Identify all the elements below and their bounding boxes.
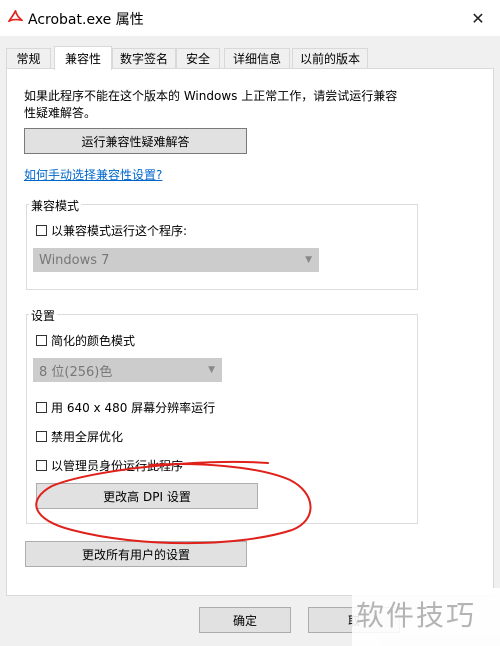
compat-mode-select-value: Windows 7 <box>39 252 110 268</box>
compat-mode-group-label: 兼容模式 <box>29 197 82 214</box>
tab-general[interactable]: 常规 <box>6 48 51 68</box>
run-as-admin-label: 以管理员身份运行此程序 <box>51 459 184 473</box>
compat-mode-checkbox-label: 以兼容模式运行这个程序: <box>51 224 188 238</box>
tab-details[interactable]: 详细信息 <box>224 48 290 68</box>
color-mode-select[interactable]: 8 位(256)色 ▼ <box>33 358 222 382</box>
ok-button[interactable]: 确定 <box>199 607 291 633</box>
run-as-admin-checkbox[interactable] <box>36 460 47 471</box>
reduced-color-checkbox[interactable] <box>36 335 47 346</box>
tab-compatibility[interactable]: 兼容性 <box>54 46 112 70</box>
disable-fullscreen-label: 禁用全屏优化 <box>51 430 124 444</box>
reduced-color-row[interactable]: 简化的颜色模式 <box>36 332 135 349</box>
intro-text-line2: 性疑难解答。 <box>24 106 97 120</box>
chevron-down-icon: ▼ <box>208 365 215 375</box>
intro-text-line1: 如果此程序不能在这个版本的 Windows 上正常工作，请尝试运行兼容 <box>24 89 398 103</box>
compat-mode-group <box>26 204 418 290</box>
compat-mode-checkbox[interactable] <box>36 225 47 236</box>
chevron-down-icon: ▼ <box>305 255 312 265</box>
title-bar: Acrobat.exe 属性 ✕ <box>0 0 500 36</box>
change-dpi-button[interactable]: 更改高 DPI 设置 <box>36 483 258 509</box>
disable-fullscreen-row[interactable]: 禁用全屏优化 <box>36 428 123 445</box>
color-mode-select-value: 8 位(256)色 <box>39 364 113 380</box>
acrobat-icon <box>8 10 23 23</box>
close-icon[interactable]: ✕ <box>456 0 500 36</box>
tab-digital-signatures[interactable]: 数字签名 <box>112 48 176 68</box>
watermark-text: 软件技巧 <box>356 599 477 632</box>
reduced-color-label: 简化的颜色模式 <box>51 334 136 348</box>
tab-security[interactable]: 安全 <box>176 48 220 68</box>
res-640-row[interactable]: 用 640 x 480 屏幕分辨率运行 <box>36 399 215 416</box>
run-as-admin-row[interactable]: 以管理员身份运行此程序 <box>36 457 183 474</box>
change-all-users-button[interactable]: 更改所有用户的设置 <box>25 541 247 567</box>
disable-fullscreen-checkbox[interactable] <box>36 431 47 442</box>
compat-mode-select[interactable]: Windows 7 ▼ <box>33 248 319 272</box>
settings-group-label: 设置 <box>29 307 58 324</box>
manual-compat-link[interactable]: 如何手动选择兼容性设置? <box>24 166 162 183</box>
run-troubleshooter-button[interactable]: 运行兼容性疑难解答 <box>24 128 247 154</box>
res-640-checkbox[interactable] <box>36 402 47 413</box>
res-640-label: 用 640 x 480 屏幕分辨率运行 <box>51 401 216 415</box>
tab-previous-versions[interactable]: 以前的版本 <box>292 48 368 68</box>
window-title: Acrobat.exe 属性 <box>28 12 144 28</box>
compat-mode-checkbox-row[interactable]: 以兼容模式运行这个程序: <box>36 222 187 239</box>
